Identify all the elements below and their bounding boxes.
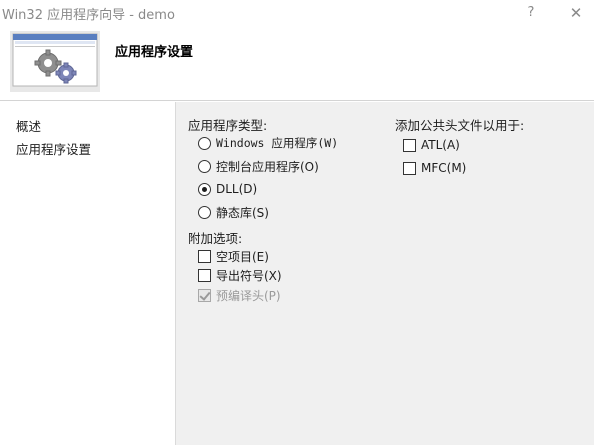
checkbox-atl[interactable]: ATL(A) bbox=[403, 136, 460, 154]
radio-windows-app-indicator[interactable] bbox=[198, 136, 211, 150]
checkbox-precompiled-header: 预编译头(P) bbox=[198, 286, 281, 304]
close-button[interactable]: ✕ bbox=[561, 2, 591, 24]
sidebar-item-app-settings[interactable]: 应用程序设置 bbox=[0, 139, 175, 161]
app-type-label: 应用程序类型: bbox=[188, 118, 268, 133]
checkbox-export-symbols-label: 导出符号(X) bbox=[216, 268, 282, 283]
title-bar: Win32 应用程序向导 - demo ? ✕ bbox=[0, 0, 594, 26]
radio-console-app[interactable]: 控制台应用程序(O) bbox=[198, 157, 319, 175]
radio-windows-app[interactable]: Windows 应用程序(W) bbox=[198, 134, 338, 152]
checkbox-export-symbols[interactable]: 导出符号(X) bbox=[198, 266, 282, 284]
radio-static-lib-label: 静态库(S) bbox=[216, 205, 269, 220]
radio-console-app-indicator[interactable] bbox=[198, 159, 211, 173]
common-headers-label: 添加公共头文件以用于: bbox=[395, 118, 525, 133]
wizard-header: 应用程序设置 bbox=[0, 26, 594, 101]
checkbox-mfc-label: MFC(M) bbox=[421, 161, 467, 175]
checkbox-precompiled-header-box bbox=[198, 288, 211, 302]
radio-dll-indicator[interactable] bbox=[198, 182, 211, 196]
settings-panel: 应用程序类型: Windows 应用程序(W) 控制台应用程序(O) DLL(D… bbox=[175, 102, 594, 445]
checkbox-mfc[interactable]: MFC(M) bbox=[403, 159, 466, 177]
sidebar-item-overview[interactable]: 概述 bbox=[0, 116, 175, 138]
page-title: 应用程序设置 bbox=[115, 45, 194, 60]
wizard-sidebar: 概述 应用程序设置 bbox=[0, 102, 175, 445]
radio-windows-app-label: Windows 应用程序(W) bbox=[216, 136, 339, 150]
radio-static-lib[interactable]: 静态库(S) bbox=[198, 203, 269, 221]
checkbox-empty-project-label: 空项目(E) bbox=[216, 249, 269, 264]
checkbox-export-symbols-box[interactable] bbox=[198, 268, 211, 282]
window-title: Win32 应用程序向导 - demo bbox=[2, 8, 175, 23]
radio-dll-label: DLL(D) bbox=[216, 182, 258, 196]
radio-console-app-label: 控制台应用程序(O) bbox=[216, 159, 319, 174]
wizard-gears-icon bbox=[10, 31, 100, 92]
help-button[interactable]: ? bbox=[516, 2, 546, 24]
checkbox-mfc-box[interactable] bbox=[403, 161, 416, 175]
checkbox-atl-box[interactable] bbox=[403, 138, 416, 152]
checkbox-empty-project[interactable]: 空项目(E) bbox=[198, 247, 269, 265]
checkbox-atl-label: ATL(A) bbox=[421, 138, 460, 152]
additional-options-label: 附加选项: bbox=[188, 231, 243, 246]
checkbox-empty-project-box[interactable] bbox=[198, 249, 211, 263]
radio-static-lib-indicator[interactable] bbox=[198, 205, 211, 219]
radio-dll[interactable]: DLL(D) bbox=[198, 180, 257, 198]
checkbox-precompiled-header-label: 预编译头(P) bbox=[216, 288, 281, 303]
